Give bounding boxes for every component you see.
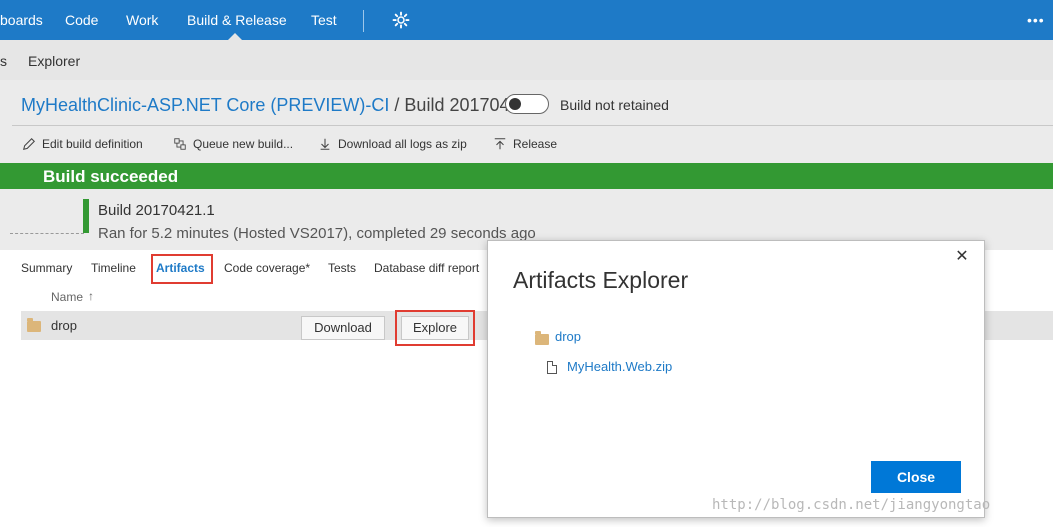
artifacts-tab-highlight xyxy=(151,254,213,284)
download-button[interactable]: Download xyxy=(301,316,385,340)
nav-item-build-release[interactable]: Build & Release xyxy=(187,12,287,28)
tab-database-diff[interactable]: Database diff report xyxy=(374,261,479,275)
pencil-icon xyxy=(23,138,35,150)
active-nav-caret xyxy=(228,33,242,40)
tab-timeline[interactable]: Timeline xyxy=(91,261,136,275)
tree-folder-drop[interactable]: drop xyxy=(555,329,581,344)
queue-build-button[interactable]: Queue new build... xyxy=(173,137,293,151)
toolbar-divider xyxy=(12,125,1053,126)
toggle-knob xyxy=(509,98,521,110)
explore-button-highlight xyxy=(395,310,475,346)
watermark: http://blog.csdn.net/jiangyongtao xyxy=(712,497,991,513)
build-definition-link[interactable]: MyHealthClinic-ASP.NET Core (PREVIEW)-CI xyxy=(21,95,389,115)
timeline-connector xyxy=(10,233,84,234)
name-column-header[interactable]: Name xyxy=(51,290,83,304)
tab-tests[interactable]: Tests xyxy=(328,261,356,275)
download-logs-button[interactable]: Download all logs as zip xyxy=(318,137,467,151)
top-nav: boards Code Work Build & Release Test ••… xyxy=(0,0,1053,40)
subnav-item-builds[interactable]: s xyxy=(0,53,7,69)
sort-ascending-icon: ↑ xyxy=(88,289,94,303)
download-icon xyxy=(320,138,330,150)
file-icon xyxy=(547,361,557,374)
release-icon xyxy=(494,138,506,150)
nav-separator xyxy=(363,10,364,32)
nav-item-code[interactable]: Code xyxy=(65,12,98,28)
nav-item-dashboards[interactable]: boards xyxy=(0,12,43,28)
build-status-banner: Build succeeded xyxy=(0,163,1053,189)
gear-icon[interactable] xyxy=(392,11,410,29)
ellipsis-icon[interactable]: ••• xyxy=(1027,12,1045,28)
retained-label: Build not retained xyxy=(560,97,669,113)
folder-icon xyxy=(535,331,549,345)
release-button[interactable]: Release xyxy=(493,137,557,151)
folder-icon xyxy=(27,318,41,332)
close-button[interactable]: Close xyxy=(871,461,961,493)
build-number: Build 20170421.1 xyxy=(98,202,215,219)
artifact-name: drop xyxy=(51,318,78,333)
nav-item-test[interactable]: Test xyxy=(311,12,337,28)
close-icon[interactable]: ✕ xyxy=(954,249,970,265)
download-logs-label: Download all logs as zip xyxy=(338,137,467,151)
sub-nav: s Explorer xyxy=(0,40,1053,80)
queue-icon xyxy=(174,138,186,150)
build-status-marker xyxy=(83,199,89,233)
edit-definition-button[interactable]: Edit build definition xyxy=(22,137,143,151)
tab-summary[interactable]: Summary xyxy=(21,261,72,275)
build-run-info: Ran for 5.2 minutes (Hosted VS2017), com… xyxy=(98,225,536,242)
edit-definition-label: Edit build definition xyxy=(42,137,143,151)
tab-code-coverage[interactable]: Code coverage* xyxy=(224,261,310,275)
nav-item-work[interactable]: Work xyxy=(126,12,158,28)
subnav-item-explorer[interactable]: Explorer xyxy=(28,53,80,69)
dialog-title: Artifacts Explorer xyxy=(513,267,689,293)
artifacts-explorer-dialog: Artifacts Explorer ✕ drop MyHealth.Web.z… xyxy=(487,240,985,518)
tree-file-myhealth-zip[interactable]: MyHealth.Web.zip xyxy=(567,359,672,374)
build-status-text: Build succeeded xyxy=(43,167,179,186)
queue-build-label: Queue new build... xyxy=(193,137,294,151)
page-title: MyHealthClinic-ASP.NET Core (PREVIEW)-CI… xyxy=(21,95,545,116)
retain-toggle[interactable] xyxy=(505,94,549,114)
release-label: Release xyxy=(513,137,558,151)
